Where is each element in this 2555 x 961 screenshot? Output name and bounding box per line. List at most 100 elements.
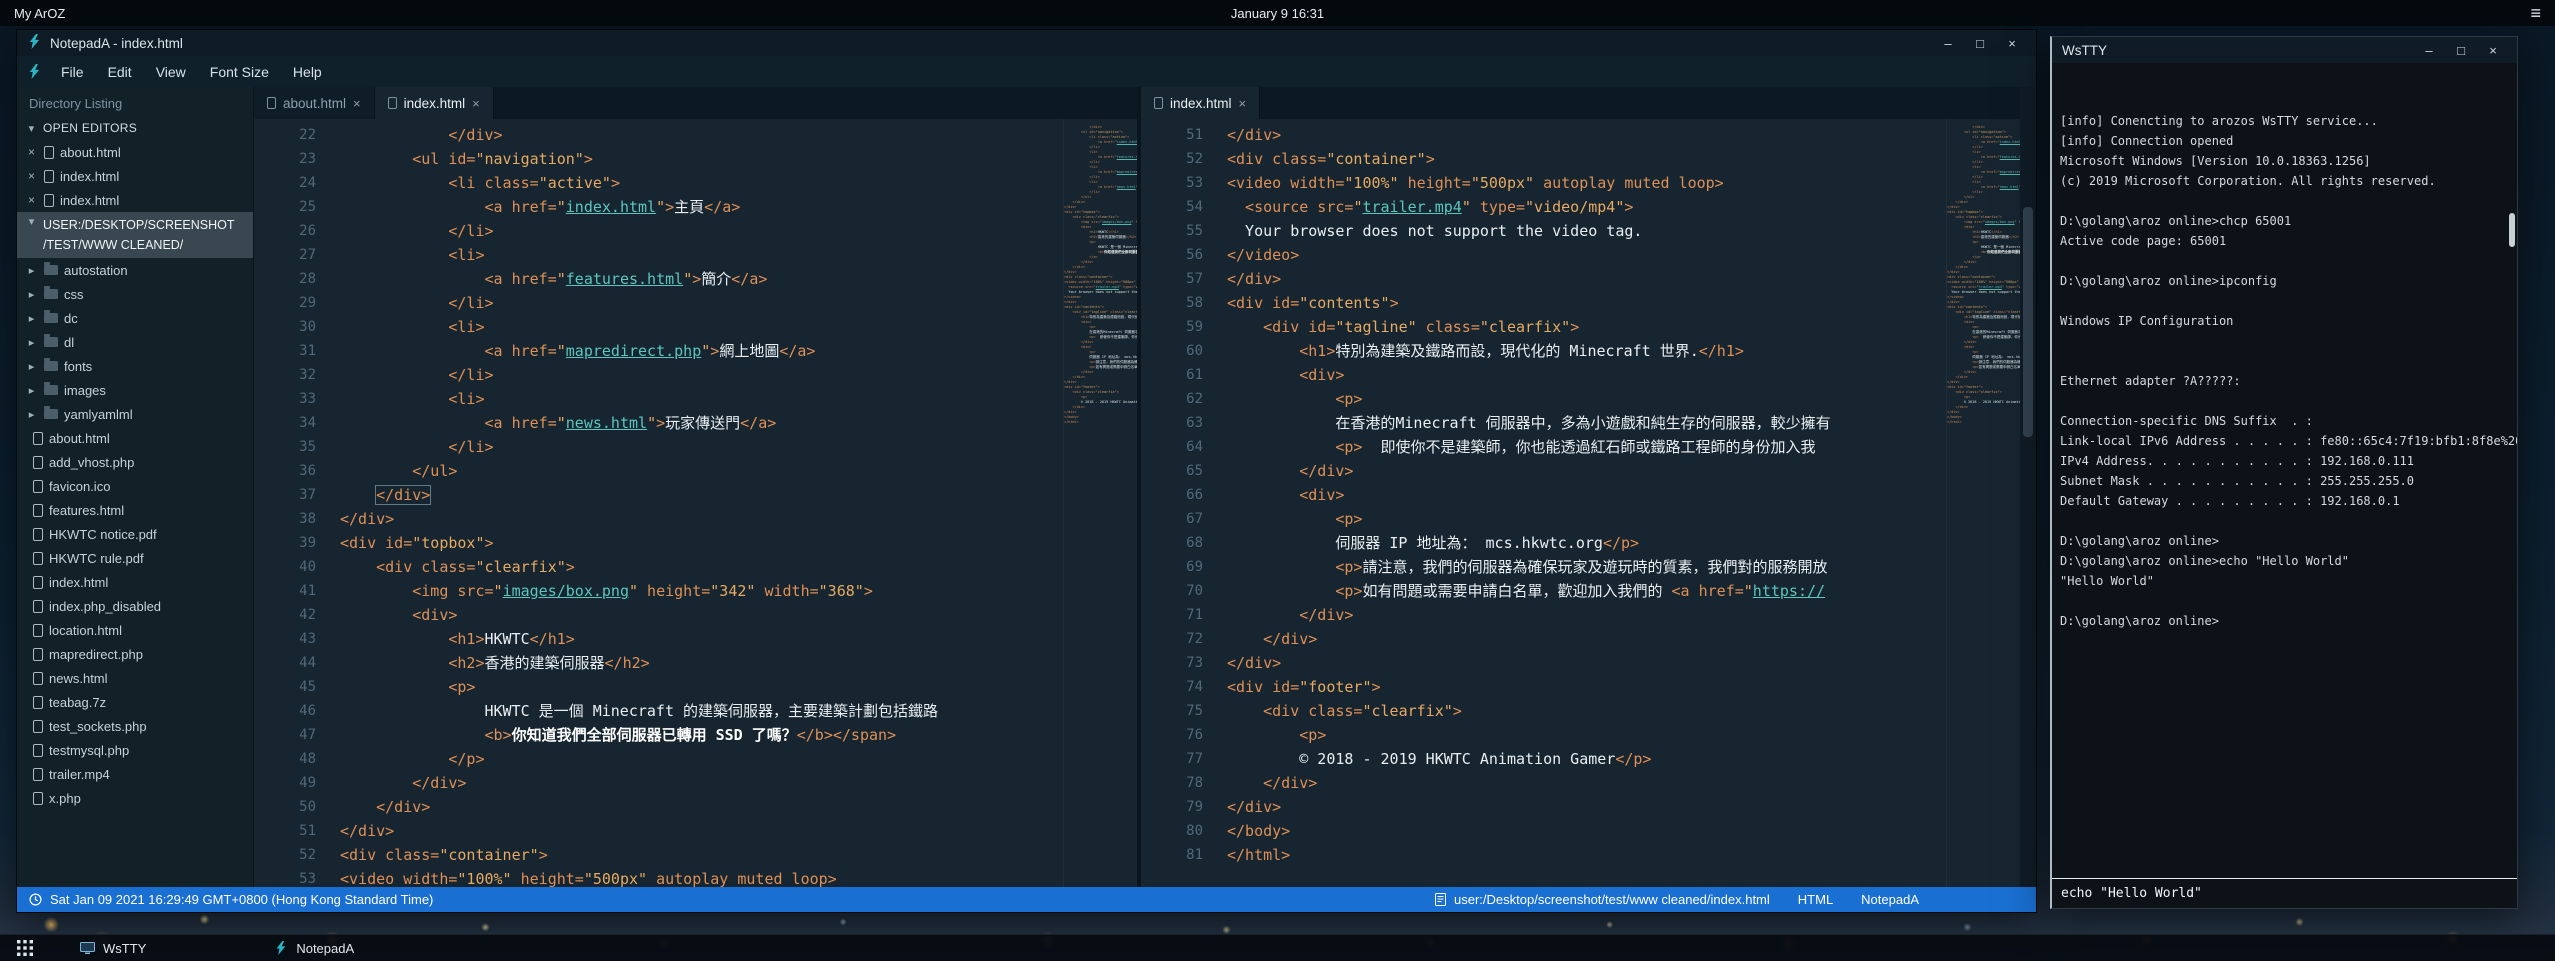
- tree-file-item[interactable]: trailer.mp4: [17, 762, 253, 786]
- menu-item-font-size[interactable]: Font Size: [199, 60, 280, 84]
- code-line[interactable]: </div>: [340, 507, 1063, 531]
- code-line[interactable]: </div>: [1227, 123, 1946, 147]
- caret-right-icon[interactable]: ▸: [25, 312, 38, 325]
- notepada-titlebar[interactable]: NotepadA - index.html – □ ×: [17, 30, 2036, 56]
- maximize-button[interactable]: □: [2447, 40, 2475, 60]
- terminal-scrollbar[interactable]: [2509, 213, 2515, 247]
- code-line[interactable]: <div>: [1227, 483, 1946, 507]
- code-line[interactable]: <h2>香港的建築伺服器</h2>: [340, 651, 1063, 675]
- line-number-gutter[interactable]: 2223242526272829303132333435363738394041…: [254, 119, 340, 887]
- terminal-input[interactable]: echo "Hello World": [2052, 878, 2517, 908]
- tree-folder-item[interactable]: ▸yamlyamlml: [17, 402, 253, 426]
- tree-folder-item[interactable]: ▸fonts: [17, 354, 253, 378]
- status-language-mode[interactable]: HTML: [1798, 892, 1833, 907]
- tree-file-item[interactable]: HKWTC notice.pdf: [17, 522, 253, 546]
- code-line[interactable]: </li>: [340, 291, 1063, 315]
- tree-file-item[interactable]: location.html: [17, 618, 253, 642]
- close-tab-icon[interactable]: ×: [353, 96, 361, 111]
- tree-file-item[interactable]: mapredirect.php: [17, 642, 253, 666]
- code-line[interactable]: <div class="clearfix">: [340, 555, 1063, 579]
- close-tab-icon[interactable]: ×: [472, 96, 480, 111]
- code-line[interactable]: <h1>特別為建築及鐵路而設，現代化的 Minecraft 世界.</h1>: [1227, 339, 1946, 363]
- code-editor[interactable]: </div><div class="container"><video widt…: [1227, 119, 1946, 887]
- code-line[interactable]: </div>: [340, 795, 1063, 819]
- caret-right-icon[interactable]: ▸: [25, 384, 38, 397]
- menu-item-help[interactable]: Help: [282, 60, 333, 84]
- code-line[interactable]: <div id="tagline" class="clearfix">: [1227, 315, 1946, 339]
- code-line[interactable]: <a href="features.html">簡介</a>: [340, 267, 1063, 291]
- tree-file-item[interactable]: favicon.ico: [17, 474, 253, 498]
- tree-file-item[interactable]: about.html: [17, 426, 253, 450]
- code-line[interactable]: </div>: [1227, 795, 1946, 819]
- code-line[interactable]: <div id="topbox">: [340, 531, 1063, 555]
- tree-file-item[interactable]: HKWTC rule.pdf: [17, 546, 253, 570]
- code-line[interactable]: </ul>: [340, 459, 1063, 483]
- code-line[interactable]: <video width="100%" height="500px" autop…: [1227, 171, 1946, 195]
- minimap[interactable]: </div> <ul id="navigation"> <li class="a…: [1946, 119, 2020, 887]
- menu-item-file[interactable]: File: [50, 60, 95, 84]
- minimize-button[interactable]: –: [1934, 33, 1962, 53]
- tree-file-item[interactable]: news.html: [17, 666, 253, 690]
- code-line[interactable]: <div id="contents">: [1227, 291, 1946, 315]
- menu-item-view[interactable]: View: [145, 60, 197, 84]
- code-line[interactable]: <img src="images/box.png" height="342" w…: [340, 579, 1063, 603]
- tree-folder-item[interactable]: ▸dl: [17, 330, 253, 354]
- code-line[interactable]: Your browser does not support the video …: [1227, 219, 1946, 243]
- code-line[interactable]: <a href="news.html">玩家傳送門</a>: [340, 411, 1063, 435]
- code-line[interactable]: </div>: [1227, 771, 1946, 795]
- caret-right-icon[interactable]: ▸: [25, 408, 38, 421]
- code-line[interactable]: </li>: [340, 363, 1063, 387]
- tree-folder-item[interactable]: ▸dc: [17, 306, 253, 330]
- code-line[interactable]: </div>: [1227, 459, 1946, 483]
- code-line[interactable]: <p>: [1227, 507, 1946, 531]
- code-line[interactable]: <p>請注意，我們的伺服器為確保玩家及遊玩時的質素，我們對的服務開放: [1227, 555, 1946, 579]
- code-line[interactable]: <source src="trailer.mp4" type="video/mp…: [1227, 195, 1946, 219]
- tree-file-item[interactable]: add_vhost.php: [17, 450, 253, 474]
- close-file-icon[interactable]: ×: [25, 145, 38, 159]
- tree-folder-item[interactable]: ▸images: [17, 378, 253, 402]
- code-line[interactable]: </div>: [1227, 651, 1946, 675]
- code-line[interactable]: </div>: [1227, 627, 1946, 651]
- code-line[interactable]: <b>你知道我們全部伺服器已轉用 SSD 了嗎？</b></span>: [340, 723, 1063, 747]
- code-line[interactable]: <div id="footer">: [1227, 675, 1946, 699]
- maximize-button[interactable]: □: [1966, 33, 1994, 53]
- code-line[interactable]: 伺服器 IP 地址為： mcs.hkwtc.org</p>: [1227, 531, 1946, 555]
- code-line[interactable]: <p>: [340, 675, 1063, 699]
- code-line[interactable]: <a href="index.html">主頁</a>: [340, 195, 1063, 219]
- close-tab-icon[interactable]: ×: [1239, 96, 1247, 111]
- caret-right-icon[interactable]: ▸: [25, 336, 38, 349]
- menu-item-edit[interactable]: Edit: [97, 60, 143, 84]
- code-line[interactable]: 在香港的Minecraft 伺服器中，多為小遊戲和純生存的伺服器，較少擁有: [1227, 411, 1946, 435]
- code-line[interactable]: </html>: [1227, 843, 1946, 867]
- taskbar-item-notepada[interactable]: NotepadA: [262, 935, 366, 961]
- caret-right-icon[interactable]: ▸: [25, 360, 38, 373]
- tree-file-item[interactable]: index.html: [17, 570, 253, 594]
- tab-index-html[interactable]: index.html ×: [375, 87, 494, 119]
- code-line[interactable]: </div>: [340, 819, 1063, 843]
- scrollbar-thumb[interactable]: [2023, 207, 2033, 437]
- hamburger-menu-icon[interactable]: ≡: [2530, 4, 2541, 22]
- code-line[interactable]: <div class="container">: [1227, 147, 1946, 171]
- code-line[interactable]: <p>如有問題或需要申請白名單，歡迎加入我們的 <a href="https:/…: [1227, 579, 1946, 603]
- code-line[interactable]: </li>: [340, 435, 1063, 459]
- open-editor-item[interactable]: ×index.html: [17, 164, 253, 188]
- close-button[interactable]: ×: [2479, 40, 2507, 60]
- code-line[interactable]: <p> 即使你不是建築師，你也能透過紅石師或鐵路工程師的身份加入我: [1227, 435, 1946, 459]
- line-number-gutter[interactable]: 5152535455565758596061626364656667686970…: [1141, 119, 1227, 887]
- tree-file-item[interactable]: features.html: [17, 498, 253, 522]
- code-line[interactable]: <video width="100%" height="500px" autop…: [340, 867, 1063, 887]
- wstty-titlebar[interactable]: WsTTY – □ ×: [2052, 37, 2517, 63]
- code-line[interactable]: <a href="mapredirect.php">網上地圖</a>: [340, 339, 1063, 363]
- code-line[interactable]: </li>: [340, 219, 1063, 243]
- code-line[interactable]: <div>: [1227, 363, 1946, 387]
- code-line[interactable]: <p>: [1227, 723, 1946, 747]
- caret-right-icon[interactable]: ▸: [25, 264, 38, 277]
- tree-folder-item[interactable]: ▸css: [17, 282, 253, 306]
- close-file-icon[interactable]: ×: [25, 193, 38, 207]
- tree-file-item[interactable]: index.php_disabled: [17, 594, 253, 618]
- code-line[interactable]: © 2018 - 2019 HKWTC Animation Gamer</p>: [1227, 747, 1946, 771]
- code-line[interactable]: </div>: [1227, 603, 1946, 627]
- tree-root-folder[interactable]: ▾ USER:/DESKTOP/SCREENSHOT /TEST/WWW CLE…: [17, 212, 253, 258]
- taskbar-item-wstty[interactable]: WsTTY: [68, 935, 158, 961]
- close-file-icon[interactable]: ×: [25, 169, 38, 183]
